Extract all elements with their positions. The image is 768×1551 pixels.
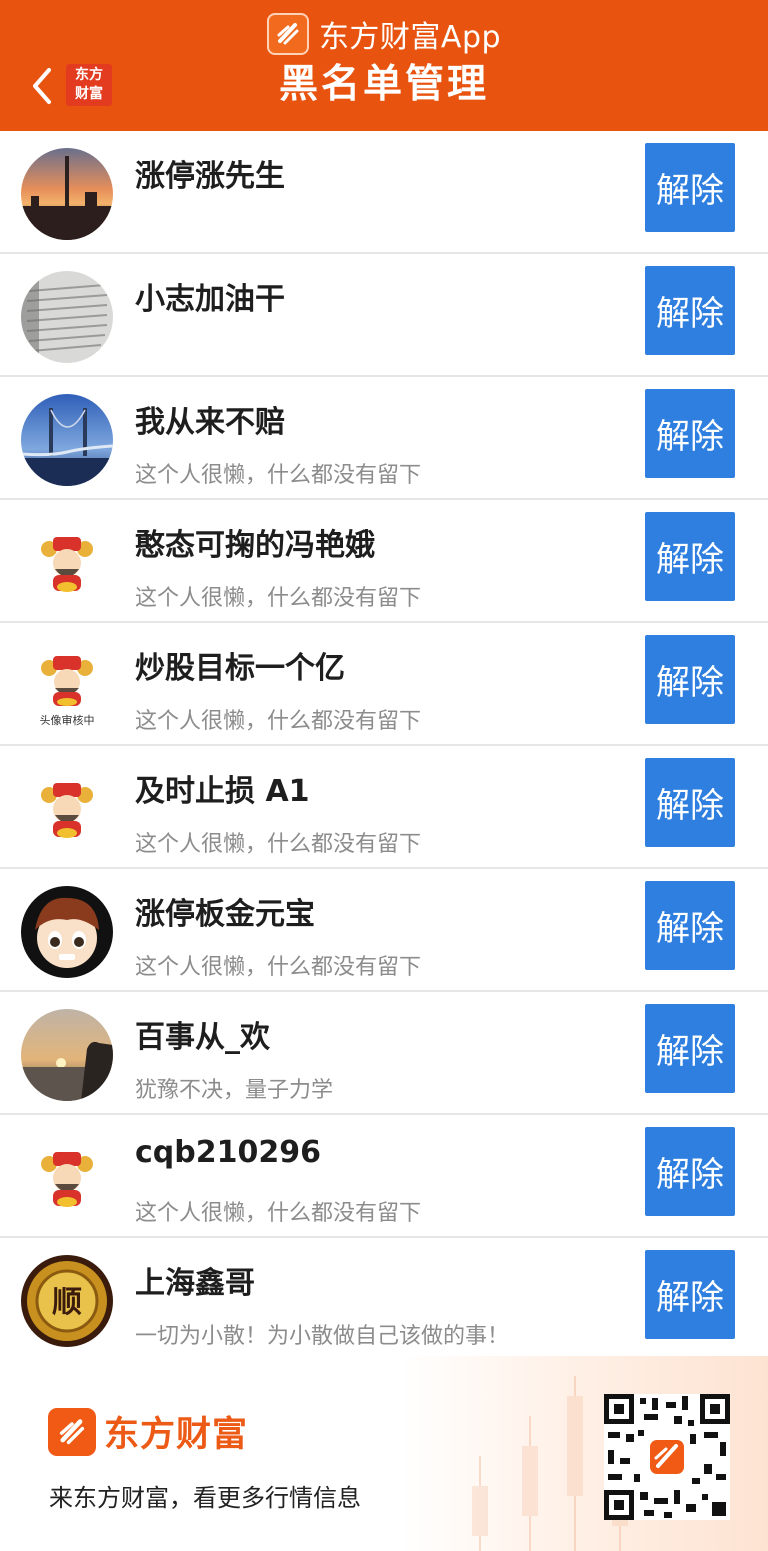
avatar [21,886,113,978]
username: 小志加油干 [135,282,285,317]
avatar-caption: 头像审核中 [40,713,95,727]
avatar [21,1009,113,1101]
page-title: 黑名单管理 [278,62,489,107]
username: 涨停板金元宝 [135,897,315,932]
remove-button[interactable]: 解除 [645,389,735,478]
footer-slogan: 来东方财富，看更多行情信息 [49,1484,361,1512]
username: 我从来不赔 [135,405,285,440]
footer-logo: 东方财富 [48,1406,248,1457]
avatar [21,1132,113,1224]
avatar [21,271,113,363]
user-signature: 这个人很懒，什么都没有留下 [135,832,422,857]
avatar [21,394,113,486]
username: cqb210296 [135,1135,321,1170]
list-item: 百事从_欢 犹豫不决，量子力学 解除 [0,992,768,1115]
remove-button[interactable]: 解除 [645,1250,735,1339]
remove-button[interactable]: 解除 [645,1004,735,1093]
user-signature: 这个人很懒，什么都没有留下 [135,1201,422,1226]
username: 涨停涨先生 [135,159,285,194]
avatar: 顺 [21,1255,113,1347]
app-brand: 东方财富App [0,12,768,56]
user-signature: 一切为小散！为小散做自己该做的事！ [135,1324,510,1349]
avatar [21,517,113,609]
avatar: 头像审核中 [21,640,113,732]
username: 上海鑫哥 [135,1266,255,1301]
avatar [21,763,113,855]
eastmoney-logo-icon [266,13,309,55]
list-item: 及时止损 A1 这个人很懒，什么都没有留下 解除 [0,746,768,869]
user-signature: 犹豫不决，量子力学 [135,1078,334,1103]
blacklist: 涨停涨先生 解除 小志加油干 解除 我从来不赔 这个人很懒，什么都没有留下 解除… [0,131,768,1361]
remove-button[interactable]: 解除 [645,143,735,232]
avatar-caption: 顺 [52,1285,82,1320]
list-item: 我从来不赔 这个人很懒，什么都没有留下 解除 [0,377,768,500]
username: 及时止损 A1 [135,774,310,809]
list-item: 涨停板金元宝 这个人很懒，什么都没有留下 解除 [0,869,768,992]
brand-name: 东方财富App [318,20,502,55]
remove-button[interactable]: 解除 [645,266,735,355]
list-item: 憨态可掬的冯艳娥 这个人很懒，什么都没有留下 解除 [0,500,768,623]
list-item: 涨停涨先生 解除 [0,131,768,254]
username: 百事从_欢 [135,1020,270,1055]
list-item: 小志加油干 解除 [0,254,768,377]
footer-logo-text: 东方财富 [104,1415,249,1455]
footer-promo: 东方财富 来东方财富，看更多行情信息 [0,1356,768,1551]
remove-button[interactable]: 解除 [645,1127,735,1216]
user-signature: 这个人很懒，什么都没有留下 [135,709,422,734]
remove-button[interactable]: 解除 [645,758,735,847]
user-signature: 这个人很懒，什么都没有留下 [135,955,422,980]
list-item: cqb210296 这个人很懒，什么都没有留下 解除 [0,1115,768,1238]
list-item: 头像审核中 炒股目标一个亿 这个人很懒，什么都没有留下 解除 [0,623,768,746]
user-signature: 这个人很懒，什么都没有留下 [135,586,422,611]
user-signature: 这个人很懒，什么都没有留下 [135,463,422,488]
remove-button[interactable]: 解除 [645,512,735,601]
avatar [21,148,113,240]
eastmoney-logo-icon [48,1407,96,1456]
remove-button[interactable]: 解除 [645,635,735,724]
qr-code-icon[interactable] [604,1394,730,1520]
username: 炒股目标一个亿 [135,651,345,686]
remove-button[interactable]: 解除 [645,881,735,970]
username: 憨态可掬的冯艳娥 [135,528,375,563]
app-header: 东方财富App 东方 财富 黑名单管理 [0,0,768,131]
list-item: 顺 上海鑫哥 一切为小散！为小散做自己该做的事！ 解除 [0,1238,768,1361]
